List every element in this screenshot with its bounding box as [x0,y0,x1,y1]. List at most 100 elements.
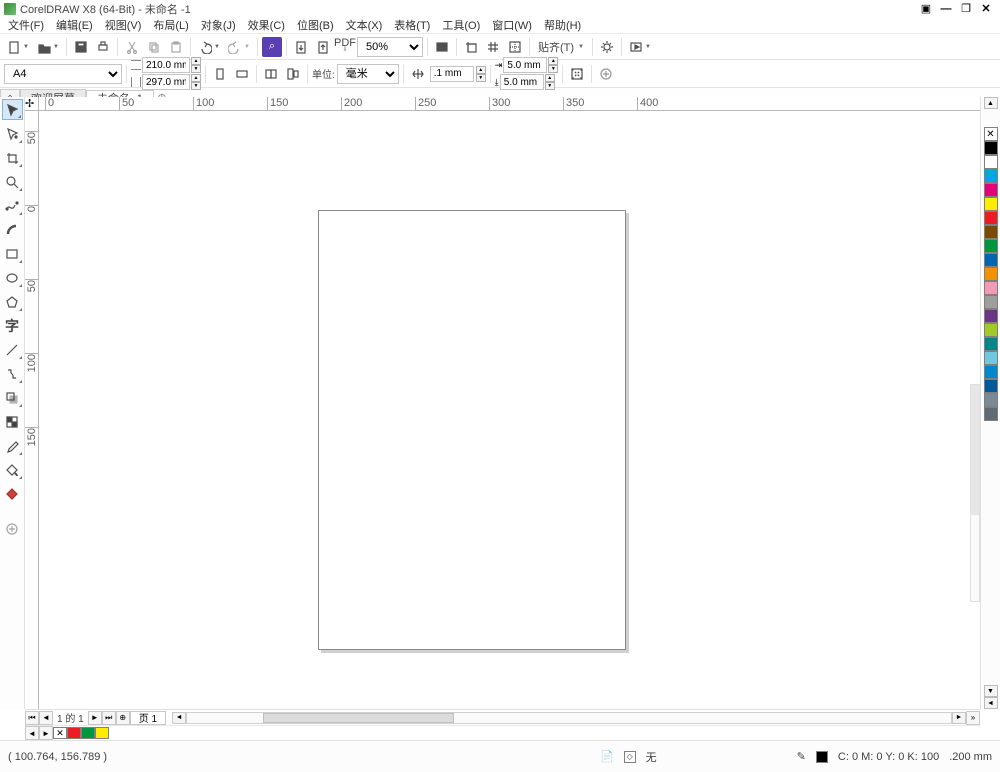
transparency-tool[interactable] [2,411,23,432]
menu-item[interactable]: 文本(X) [340,17,389,33]
quick-customize-button[interactable] [2,518,23,539]
ruler-origin[interactable]: ✢ [25,97,39,111]
minimize-button[interactable]: — [936,2,956,16]
print-button[interactable] [93,37,113,57]
vertical-ruler[interactable]: 50050100150 [25,111,39,709]
color-swatch[interactable] [984,379,998,393]
outline-swatch[interactable] [816,751,828,763]
width-spinner[interactable]: ▲▼ [191,57,201,73]
color-swatch[interactable] [984,295,998,309]
nav-right-button[interactable]: » [966,711,980,725]
page-size-select[interactable]: A4 [4,64,122,84]
redo-button[interactable]: ▼ [225,37,253,57]
no-color-swatch-2[interactable]: ✕ [53,727,67,739]
maximize-button[interactable]: ❐ [956,2,976,16]
smart-fill-tool[interactable] [2,483,23,504]
save-button[interactable] [71,37,91,57]
show-rulers-button[interactable] [461,37,481,57]
color-swatch[interactable] [984,309,998,323]
menu-item[interactable]: 视图(V) [99,17,148,33]
menu-item[interactable]: 位图(B) [291,17,340,33]
fill-swatch[interactable]: ◇ [624,751,636,763]
search-content-button[interactable]: ⌕ [262,37,282,57]
menu-item[interactable]: 文件(F) [2,17,50,33]
new-button[interactable]: ▼ [4,37,32,57]
undo-button[interactable]: ▼ [195,37,223,57]
page-tab-1[interactable]: 页 1 [130,711,166,725]
freehand-tool[interactable] [2,195,23,216]
page-last-button[interactable]: ⏭ [102,711,116,725]
interactive-fill-tool[interactable] [2,459,23,480]
page-width-input[interactable] [142,57,190,73]
color-swatch[interactable] [984,281,998,295]
overflow-icon[interactable]: ▣ [916,2,936,16]
snap-to-button[interactable]: 贴齐(T)▼ [534,37,588,57]
page-prev-button[interactable]: ◄ [39,711,53,725]
palette-flyout-button[interactable]: ◄ [984,697,998,709]
shape-tool[interactable] [2,123,23,144]
doc-palette-left[interactable]: ◄ [25,726,39,740]
doc-palette-right[interactable]: ► [39,726,53,740]
menu-item[interactable]: 效果(C) [242,17,291,33]
connector-tool[interactable] [2,363,23,384]
dup-y-spinner[interactable]: ▲▼ [545,74,555,90]
options-button[interactable] [597,37,617,57]
rectangle-tool[interactable] [2,243,23,264]
color-swatch[interactable] [984,169,998,183]
dup-y-input[interactable] [500,74,544,90]
paste-button[interactable] [166,37,186,57]
height-spinner[interactable]: ▲▼ [191,74,201,90]
eyedropper-tool[interactable] [2,435,23,456]
color-swatch[interactable] [984,337,998,351]
polygon-tool[interactable] [2,291,23,312]
all-pages-button[interactable] [261,64,281,84]
pick-tool[interactable] [2,99,23,120]
import-button[interactable] [291,37,311,57]
horizontal-scrollbar[interactable]: ◄► [172,711,966,725]
doc-color-swatch[interactable] [81,727,95,739]
dup-x-spinner[interactable]: ▲▼ [548,57,558,73]
launch-app-button[interactable]: ▼ [626,37,654,57]
close-button[interactable]: ✕ [976,2,996,16]
nudge-spinner[interactable]: ▲▼ [476,66,486,82]
color-swatch[interactable] [984,365,998,379]
menu-item[interactable]: 编辑(E) [50,17,99,33]
color-swatch[interactable] [984,211,998,225]
menu-item[interactable]: 表格(T) [388,17,436,33]
menu-item[interactable]: 布局(L) [147,17,194,33]
add-page-button[interactable]: ⊕ [116,711,130,725]
palette-scroll-down[interactable]: ▼ [984,685,998,697]
current-page-button[interactable] [283,64,303,84]
color-swatch[interactable] [984,197,998,211]
zoom-tool[interactable] [2,171,23,192]
add-preset-button[interactable] [596,64,616,84]
page-height-input[interactable] [142,74,190,90]
vertical-scrollbar[interactable] [970,384,980,602]
color-swatch[interactable] [984,267,998,281]
show-guides-button[interactable] [505,37,525,57]
color-swatch[interactable] [984,141,998,155]
page-first-button[interactable]: ⏮ [25,711,39,725]
color-swatch[interactable] [984,239,998,253]
cut-button[interactable] [122,37,142,57]
color-swatch[interactable] [984,393,998,407]
artistic-media-tool[interactable] [2,219,23,240]
color-swatch[interactable] [984,183,998,197]
page-next-button[interactable]: ► [88,711,102,725]
show-grid-button[interactable] [483,37,503,57]
parallel-dimension-tool[interactable] [2,339,23,360]
zoom-select[interactable]: 50% [357,37,423,57]
color-swatch[interactable] [984,253,998,267]
outline-color-icon[interactable]: ✎ [797,750,806,763]
ellipse-tool[interactable] [2,267,23,288]
color-swatch[interactable] [984,225,998,239]
menu-item[interactable]: 对象(J) [195,17,242,33]
menu-item[interactable]: 窗口(W) [486,17,538,33]
color-swatch[interactable] [984,155,998,169]
menu-item[interactable]: 工具(O) [436,17,486,33]
crop-tool[interactable] [2,147,23,168]
palette-scroll-up[interactable]: ▲ [984,97,998,109]
color-swatch[interactable] [984,323,998,337]
horizontal-ruler[interactable]: 050100150200250300350400 [25,97,980,111]
color-swatch[interactable] [984,351,998,365]
